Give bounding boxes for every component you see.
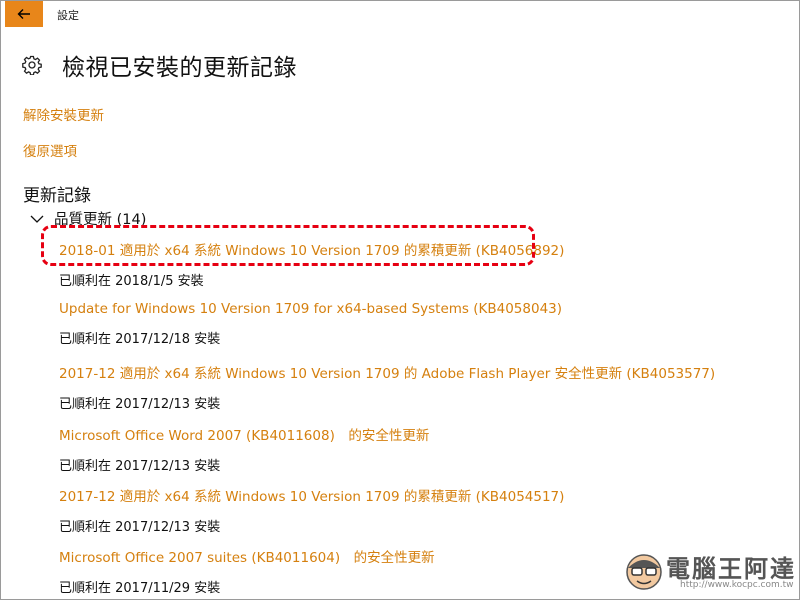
update-link[interactable]: Microsoft Office Word 2007 (KB4011608) 的…: [59, 424, 429, 444]
update-link[interactable]: Microsoft Office 2007 suites (KB4011604)…: [59, 546, 435, 566]
watermark-url: http://www.kocpc.com.tw: [680, 580, 794, 590]
page-header: 檢視已安裝的更新記錄: [22, 48, 297, 82]
recovery-options-link[interactable]: 復原選項: [23, 140, 77, 160]
update-item: Microsoft Office 2007 suites (KB4011604)…: [59, 546, 435, 596]
watermark-text: 電腦王阿達: [666, 555, 796, 583]
update-status: 已順利在 2017/12/18 安裝: [59, 332, 221, 347]
update-status: 已順利在 2017/11/29 安裝: [59, 581, 221, 596]
gear-icon: [22, 55, 42, 75]
highlight-annotation: [41, 225, 535, 266]
update-status: 已順利在 2017/12/13 安裝: [59, 397, 221, 412]
arrow-left-icon: [17, 9, 30, 19]
update-item: Microsoft Office Word 2007 (KB4011608) 的…: [59, 424, 429, 474]
window-title: 設定: [57, 9, 79, 22]
back-button[interactable]: [5, 1, 43, 27]
update-link[interactable]: 2017-12 適用於 x64 系統 Windows 10 Version 17…: [59, 485, 564, 505]
update-item: 2017-12 適用於 x64 系統 Windows 10 Version 17…: [59, 485, 564, 535]
update-status: 已順利在 2017/12/13 安裝: [59, 459, 221, 474]
chevron-down-icon: [30, 215, 44, 223]
update-status: 已順利在 2018/1/5 安裝: [59, 274, 204, 289]
title-bar: 設定: [1, 1, 798, 27]
update-link[interactable]: 2017-12 適用於 x64 系統 Windows 10 Version 17…: [59, 362, 715, 382]
uninstall-updates-link[interactable]: 解除安裝更新: [23, 104, 104, 124]
update-history-heading: 更新記錄: [23, 186, 91, 206]
page-title: 檢視已安裝的更新記錄: [62, 55, 297, 81]
update-item: Update for Windows 10 Version 1709 for x…: [59, 301, 562, 347]
mascot-icon: [626, 554, 662, 590]
update-item: 2017-12 適用於 x64 系統 Windows 10 Version 17…: [59, 362, 715, 412]
update-status: 已順利在 2017/12/13 安裝: [59, 520, 221, 535]
watermark: 電腦王阿達 http://www.kocpc.com.tw: [622, 548, 796, 596]
update-link[interactable]: Update for Windows 10 Version 1709 for x…: [59, 301, 562, 317]
